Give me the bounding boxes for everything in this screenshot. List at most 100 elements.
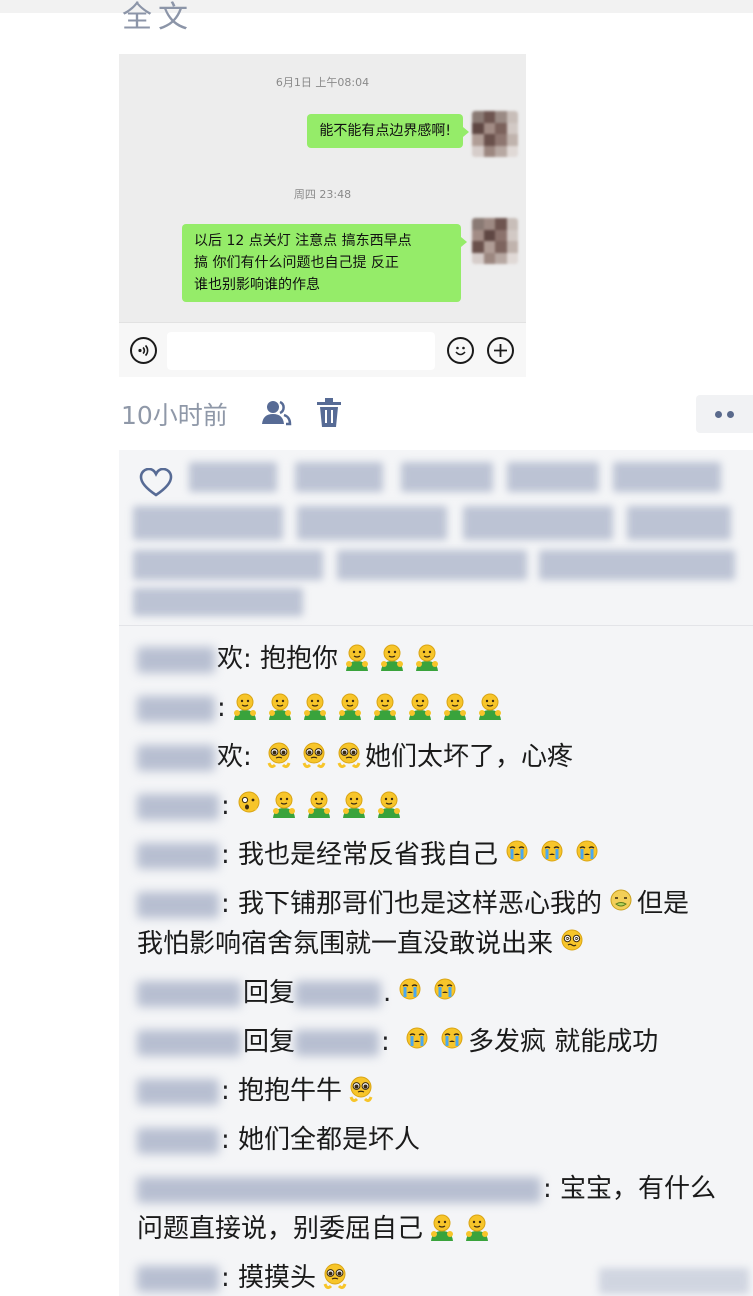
reply-target-name[interactable]	[295, 1029, 380, 1056]
gasp-emoji-icon	[233, 788, 265, 820]
hug-emoji-icon	[439, 690, 471, 722]
likes-comments-panel: 欢: 抱抱你 : 欢: 她们太坏了，心疼 : : 我也是经常反省我自己 : 我下…	[119, 450, 753, 1296]
comment-text: :	[217, 693, 226, 723]
commenter-name[interactable]	[137, 1265, 219, 1292]
hug-emoji-icon	[474, 690, 506, 722]
comment-row[interactable]: 欢: 她们太坏了，心疼	[137, 733, 573, 781]
hug-emoji-icon	[229, 690, 261, 722]
chat-bubble-line: 以后 12 点关灯 注意点 搞东西早点	[194, 233, 412, 249]
pleading-emoji-icon	[298, 739, 330, 771]
pleading-emoji-icon	[345, 1073, 377, 1105]
dot-icon	[727, 410, 734, 418]
commenter-name[interactable]	[137, 980, 241, 1007]
commenter-name[interactable]	[137, 1078, 219, 1105]
crying-emoji-icon	[571, 837, 603, 869]
dizzy-emoji-icon	[556, 926, 588, 958]
hug-emoji-icon	[411, 641, 443, 673]
comment-text: :	[221, 791, 230, 821]
liker-names	[133, 588, 303, 616]
liker-names	[539, 550, 735, 580]
liker-names	[613, 462, 721, 492]
liker-names	[507, 462, 599, 492]
crying-emoji-icon	[436, 1024, 468, 1056]
chat-input-field[interactable]	[167, 332, 435, 370]
comment-row[interactable]: : 抱抱牛牛	[137, 1067, 377, 1115]
hug-emoji-icon	[373, 788, 405, 820]
liker-names	[401, 462, 493, 492]
pleading-emoji-icon	[333, 739, 365, 771]
comment-row[interactable]: 回复.	[137, 969, 461, 1017]
comment-text: : 宝宝，有什么	[543, 1174, 717, 1204]
comment-row[interactable]: : 我也是经常反省我自己	[137, 831, 603, 879]
comment-text: 欢:	[217, 742, 261, 772]
commenter-name[interactable]	[137, 1029, 241, 1056]
likes-section	[119, 450, 753, 626]
commenter-name[interactable]	[137, 695, 215, 722]
trash-icon[interactable]	[316, 398, 342, 432]
commenter-name[interactable]	[137, 1176, 541, 1203]
commenter-name[interactable]	[137, 793, 219, 820]
hug-emoji-icon	[334, 690, 366, 722]
hug-emoji-icon	[338, 788, 370, 820]
comment-text: : 我下铺那哥们也是这样恶心我的	[221, 889, 603, 919]
heart-icon	[139, 467, 173, 502]
hug-emoji-icon	[299, 690, 331, 722]
top-bar	[0, 0, 753, 13]
comment-row[interactable]: 欢: 抱抱你	[137, 635, 443, 683]
reply-target-name[interactable]	[295, 980, 382, 1007]
crying-emoji-icon	[394, 975, 426, 1007]
comment-text: 她们太坏了，心疼	[365, 742, 574, 772]
comment-text: 问题直接说，别委屈自己	[137, 1214, 424, 1244]
people-icon[interactable]	[260, 398, 292, 432]
crying-emoji-icon	[401, 1024, 433, 1056]
comment-row-continued: 问题直接说，别委屈自己	[137, 1205, 493, 1253]
reply-label: 回复	[243, 978, 296, 1008]
comment-row[interactable]: :	[137, 684, 506, 732]
comment-text: : 她们全都是坏人	[221, 1125, 421, 1155]
emoji-icon[interactable]	[447, 337, 474, 364]
comment-text: : 我也是经常反省我自己	[221, 840, 499, 870]
commenter-name[interactable]	[137, 891, 219, 918]
comment-text: :	[381, 1027, 399, 1057]
reply-label: 回复	[243, 1027, 296, 1057]
liker-names	[133, 550, 323, 580]
comment-row[interactable]: 回复: 多发疯 就能成功	[137, 1018, 658, 1066]
more-button[interactable]	[696, 395, 753, 433]
nauseated-emoji-icon	[605, 886, 637, 918]
voice-icon[interactable]	[130, 337, 157, 364]
chat-bubble-line: 搞 你们有什么问题也自己提 反正	[194, 255, 399, 271]
liker-names	[189, 462, 277, 492]
comment-text: 我怕影响宿舍氛围就一直没敢说出来	[137, 929, 554, 959]
liker-names	[133, 506, 283, 540]
liker-names	[295, 462, 383, 492]
comment-text: : 摸摸头	[221, 1263, 317, 1293]
crying-emoji-icon	[501, 837, 533, 869]
hug-emoji-icon	[264, 690, 296, 722]
comment-row-continued: 我怕影响宿舍氛围就一直没敢说出来	[137, 920, 588, 968]
full-text-link[interactable]: 全文	[122, 0, 194, 36]
avatar	[472, 111, 518, 157]
chat-bubble: 能不能有点边界感啊!	[307, 114, 469, 148]
hug-emoji-icon	[369, 690, 401, 722]
pleading-emoji-icon	[263, 739, 295, 771]
hug-emoji-icon	[376, 641, 408, 673]
dot-icon	[715, 410, 722, 418]
commenter-name[interactable]	[137, 842, 219, 869]
commenter-name[interactable]	[137, 1127, 219, 1154]
chat-input-bar	[119, 322, 526, 377]
plus-icon[interactable]	[487, 337, 514, 364]
hug-emoji-icon	[404, 690, 436, 722]
crying-emoji-icon	[429, 975, 461, 1007]
commenter-name[interactable]	[137, 646, 215, 673]
comment-row[interactable]: : 摸摸头	[137, 1254, 351, 1296]
comment-row[interactable]: : 她们全都是坏人	[137, 1116, 420, 1164]
liker-names	[297, 506, 447, 540]
commenter-name[interactable]	[137, 744, 215, 771]
crying-emoji-icon	[536, 837, 568, 869]
chat-screenshot-image[interactable]: 6月1日 上午08:04 能不能有点边界感啊! 周四 23:48 以后 12 点…	[119, 54, 526, 377]
comment-text: .	[383, 978, 392, 1008]
comment-text: : 抱抱牛牛	[221, 1076, 343, 1106]
comment-row[interactable]: :	[137, 782, 405, 830]
comment-text: 多发疯 就能成功	[468, 1027, 659, 1057]
hug-emoji-icon	[303, 788, 335, 820]
